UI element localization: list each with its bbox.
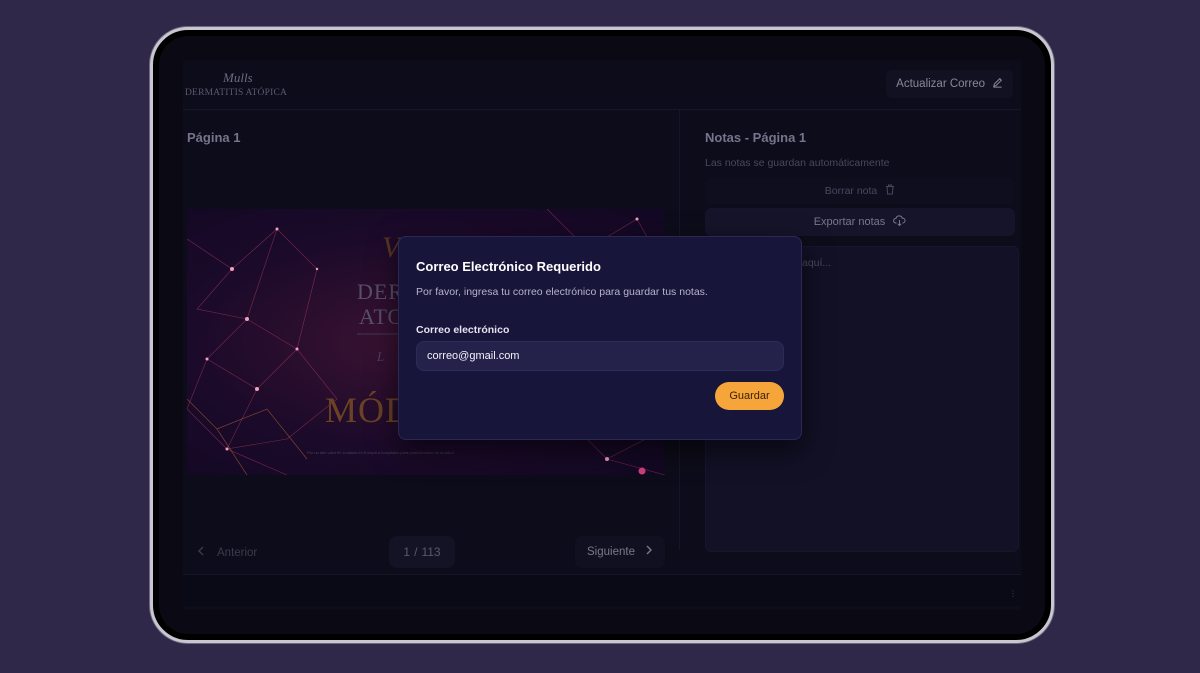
- slide-title-line1: DER: [357, 279, 404, 304]
- trash-icon: [885, 184, 895, 198]
- page-title: Página 1: [187, 130, 241, 145]
- page-counter: 1 / 113: [389, 536, 455, 568]
- chevron-left-icon: [197, 546, 205, 560]
- chevron-right-icon: [645, 545, 653, 559]
- more-icon[interactable]: ⋮: [1009, 589, 1017, 598]
- update-email-label: Actualizar Correo: [896, 78, 985, 90]
- total-pages: 113: [421, 545, 441, 559]
- notes-autosave-text: Las notas se guardan automáticamente: [705, 157, 890, 169]
- modal-title: Correo Electrónico Requerido: [416, 259, 601, 274]
- clear-note-label: Borrar nota: [824, 185, 878, 197]
- logo-script: Mulls: [223, 70, 253, 85]
- modal-description: Por favor, ingresa tu correo electrónico…: [416, 286, 708, 298]
- notes-title: Notas - Página 1: [705, 130, 807, 145]
- pencil-icon: [992, 77, 1003, 92]
- export-notes-label: Exportar notas: [813, 216, 886, 228]
- bottom-bar: ⋮: [183, 574, 1021, 606]
- previous-page-button[interactable]: Anterior: [187, 538, 267, 568]
- email-required-modal: Correo Electrónico Requerido Por favor, …: [398, 236, 802, 440]
- logo-text: DERMATITIS ATÓPICA: [185, 88, 288, 98]
- next-page-label: Siguiente: [587, 546, 635, 558]
- slide-caption: Por un alto valor fin a clases en Europa…: [307, 450, 454, 455]
- email-label: Correo electrónico: [416, 324, 510, 336]
- update-email-button[interactable]: Actualizar Correo: [886, 70, 1013, 98]
- svg-text:L: L: [376, 349, 384, 364]
- save-button[interactable]: Guardar: [715, 382, 784, 410]
- email-input[interactable]: [416, 341, 784, 371]
- current-page: 1: [403, 545, 411, 559]
- previous-page-label: Anterior: [217, 547, 258, 559]
- page-separator: /: [414, 545, 418, 559]
- clear-note-button[interactable]: Borrar nota: [705, 178, 1015, 204]
- logo: Mulls DERMATITIS ATÓPICA: [185, 70, 295, 102]
- export-notes-button[interactable]: Exportar notas: [705, 208, 1015, 236]
- notes-placeholder: aquí...: [802, 257, 832, 269]
- cloud-download-icon: [893, 215, 906, 229]
- next-page-button[interactable]: Siguiente: [575, 536, 665, 568]
- top-bar: Mulls DERMATITIS ATÓPICA Actualizar Corr…: [183, 60, 1021, 110]
